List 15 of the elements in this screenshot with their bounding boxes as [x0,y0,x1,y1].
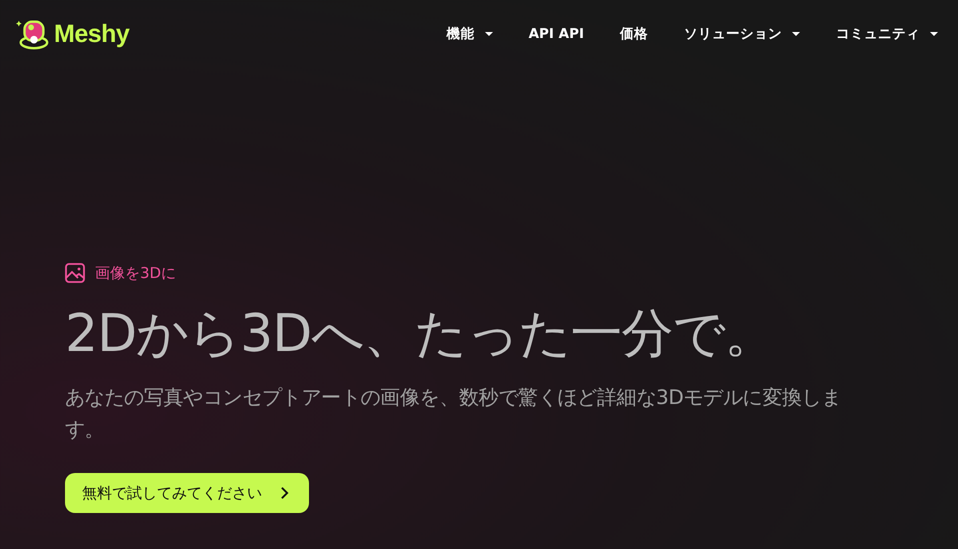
image-icon [65,263,85,283]
nav-link[interactable]: ソリューション [684,25,800,43]
caret-icon [792,32,800,36]
try-free-button[interactable]: 無料で試してみてください [65,473,309,513]
nav-link[interactable]: 価格 [620,25,648,43]
hero-heading: 2Dから3Dへ、たった一分で。 [65,303,776,366]
nav-link[interactable]: API API [528,25,584,43]
nav-link[interactable]: コミュニティ [836,25,938,43]
logo-text[interactable]: Meshy [54,20,130,48]
hero-description: あなたの写真やコンセプトアートの画像を、数秒で驚くほど詳細な3Dモデルに変換します。 [65,384,842,443]
caret-icon [930,32,938,36]
badge-label: 画像を3Dに [95,264,176,282]
chevron-right-icon [280,486,289,500]
nav-link[interactable]: 機能 [446,25,493,43]
caret-icon [484,32,493,36]
